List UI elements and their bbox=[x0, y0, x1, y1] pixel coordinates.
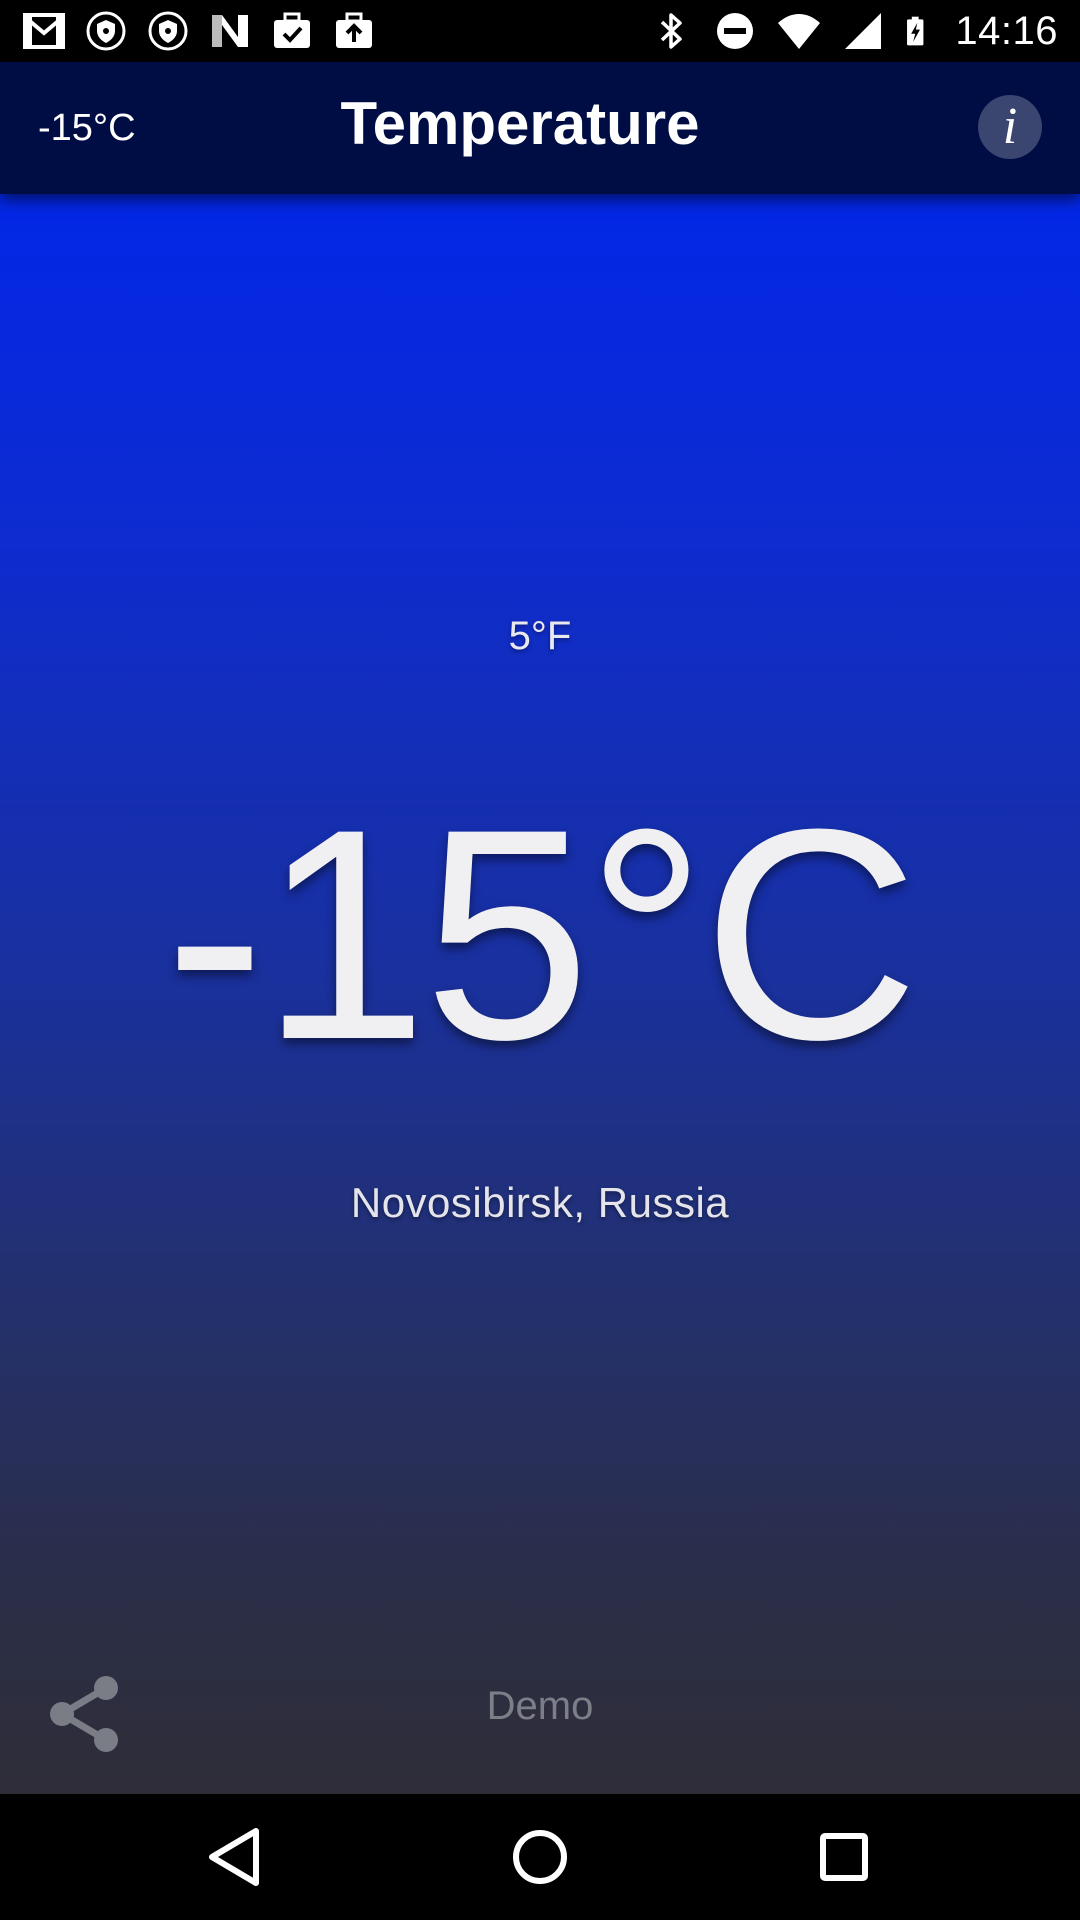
info-button[interactable]: i bbox=[978, 95, 1042, 159]
app-bar: -15°C Temperature i bbox=[0, 62, 1080, 194]
cell-signal-icon bbox=[845, 13, 882, 49]
do-not-disturb-icon bbox=[717, 13, 754, 49]
fahrenheit-reading: 5°F bbox=[508, 614, 572, 658]
gmail-icon bbox=[23, 13, 65, 49]
system-status-icons: 14:16 bbox=[649, 9, 1058, 53]
briefcase-upload-icon bbox=[336, 12, 372, 48]
location-label: Novosibirsk, Russia bbox=[350, 1179, 730, 1226]
home-icon[interactable] bbox=[500, 1817, 580, 1897]
app-screen: 14:16 -15°C Temperature i 5°F -15°C Novo… bbox=[0, 0, 1080, 1920]
demo-button[interactable]: Demo bbox=[0, 1684, 1080, 1729]
back-icon[interactable] bbox=[196, 1817, 276, 1897]
shield-icon bbox=[86, 11, 126, 51]
navigation-bar bbox=[0, 1794, 1080, 1920]
shield-icon bbox=[148, 11, 188, 51]
briefcase-check-icon bbox=[274, 12, 310, 48]
wifi-icon bbox=[778, 14, 821, 49]
n-app-icon bbox=[212, 15, 248, 47]
celsius-reading: -15°C bbox=[164, 766, 919, 1102]
info-icon: i bbox=[1002, 98, 1018, 155]
status-clock: 14:16 bbox=[955, 8, 1058, 53]
bluetooth-icon bbox=[661, 13, 683, 49]
status-bar: 14:16 bbox=[0, 0, 1080, 62]
temperature-panel: 5°F -15°C Novosibirsk, Russia Demo bbox=[0, 194, 1080, 1794]
recents-icon[interactable] bbox=[804, 1817, 884, 1897]
notification-icons bbox=[22, 9, 376, 53]
battery-charging-icon bbox=[907, 16, 924, 46]
page-title: Temperature bbox=[340, 90, 700, 157]
